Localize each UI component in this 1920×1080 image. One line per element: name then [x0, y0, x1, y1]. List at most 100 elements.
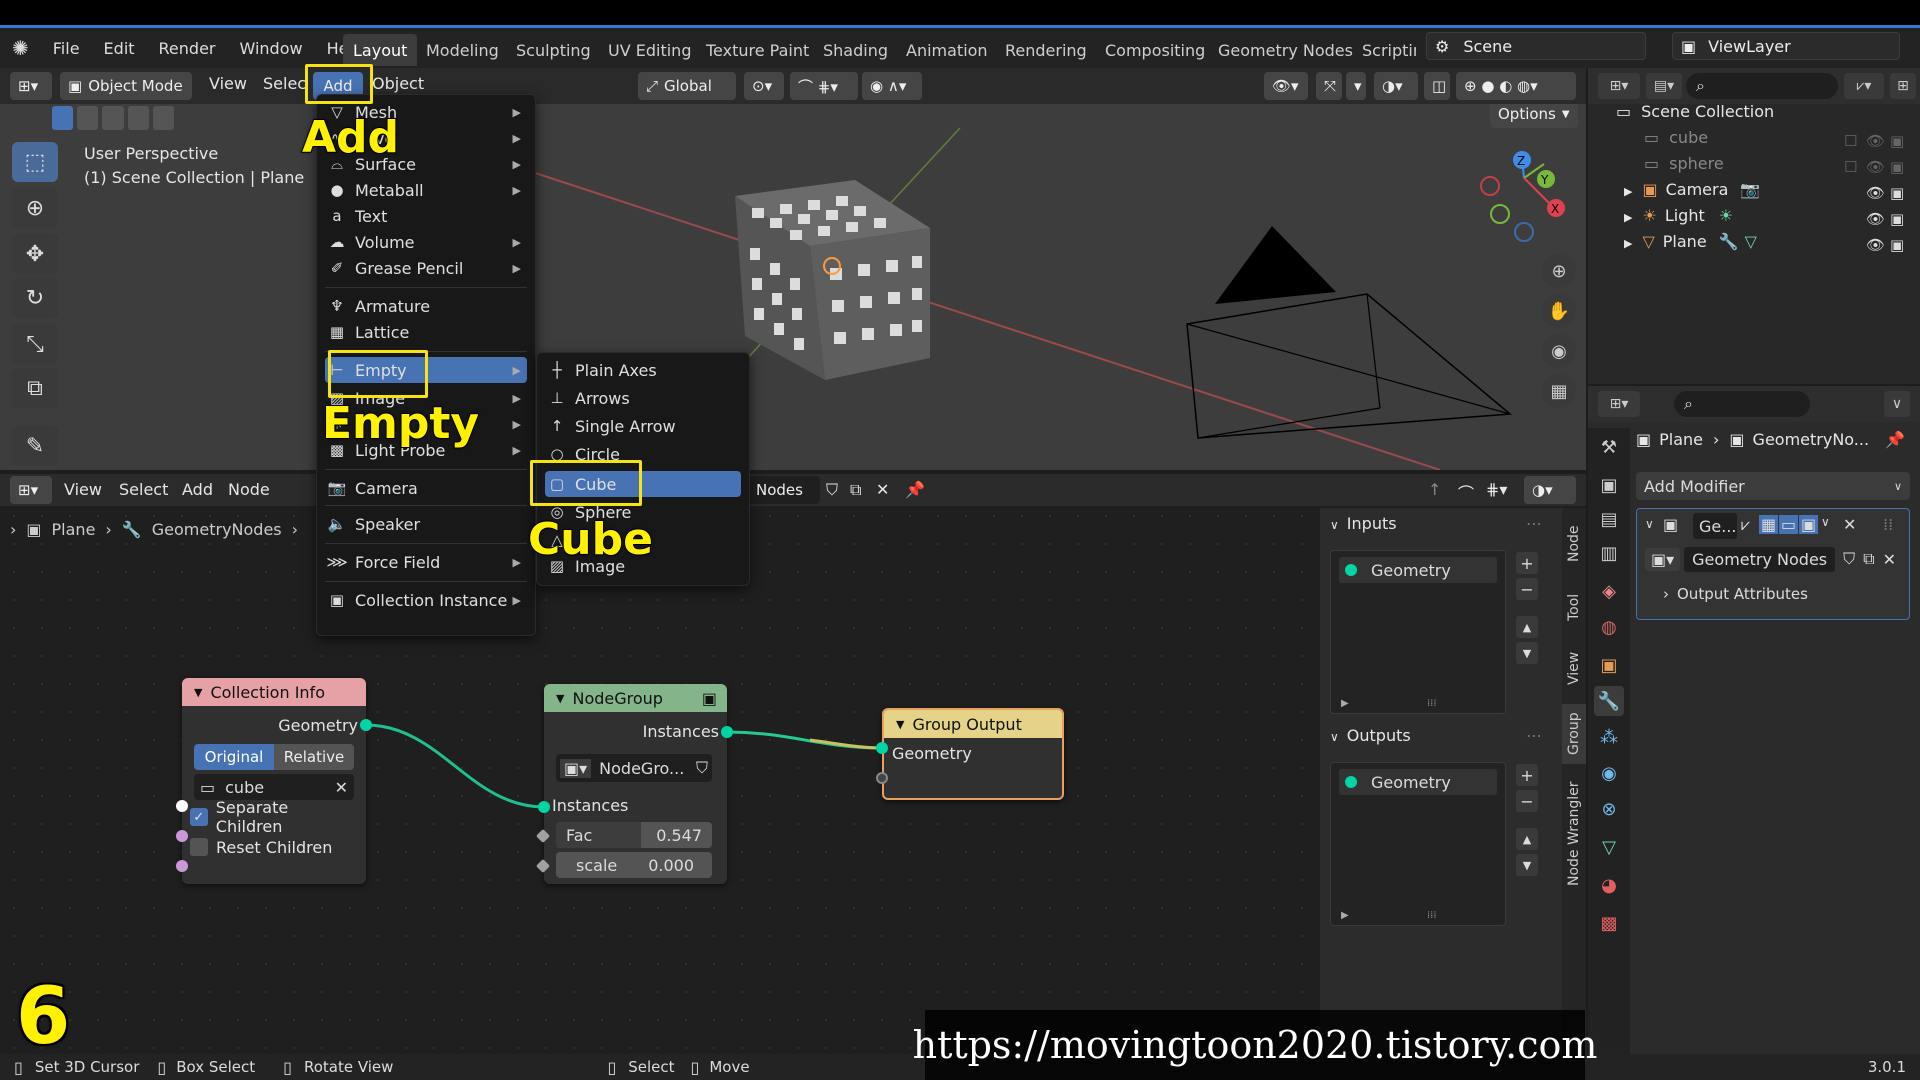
chevron-down-icon[interactable]: ▾ [1346, 72, 1366, 100]
viewport-menu-object[interactable]: Object [372, 74, 424, 93]
transform-tool-icon[interactable]: ⧉ [12, 368, 58, 408]
outputs-list-item[interactable]: Geometry [1339, 769, 1497, 795]
fake-user-shield-icon[interactable]: ⛉ [826, 480, 838, 500]
material-tab-icon[interactable]: ◕ [1594, 870, 1624, 900]
snap-grid-icon[interactable]: ⋕▾ [1486, 480, 1507, 499]
node-editor-type-icon[interactable]: ⊞▾ [10, 476, 52, 504]
add-modifier-dropdown[interactable]: Add Modifier ∨ [1636, 472, 1910, 500]
menu-file[interactable]: File [41, 39, 92, 58]
inputs-section[interactable]: ∨ Inputs [1330, 514, 1397, 533]
object-tab-icon[interactable]: ▣ [1594, 650, 1624, 680]
annotate-tool-icon[interactable]: ✎ [12, 426, 58, 466]
tab-node-wrangler[interactable]: Node Wrangler [1562, 774, 1586, 894]
proportional-edit-icon[interactable]: ◉ ∧▾ [862, 72, 922, 100]
parent-node-tree-icon[interactable]: ↑ [1428, 480, 1441, 499]
move-output-up-button[interactable]: ▲ [1516, 828, 1538, 850]
eye-icon[interactable]: 👁 [1866, 210, 1885, 228]
add-menu-speaker[interactable]: 🔈 Speaker [325, 511, 527, 537]
outliner-search-input[interactable]: ⌕ [1686, 73, 1838, 99]
scene-selector[interactable]: ⚙ Scene [1426, 32, 1646, 60]
zoom-icon[interactable]: ⊕ [1542, 254, 1576, 288]
scale-tool-icon[interactable]: ⤡ [12, 324, 58, 364]
socket-reset-in[interactable] [176, 860, 188, 872]
node-tree-name-field[interactable]: Nodes [748, 476, 820, 504]
tab-rendering[interactable]: Rendering [995, 34, 1097, 66]
exclude-checkbox[interactable]: ☐ [1844, 158, 1857, 176]
options-dropdown[interactable]: Options ▼ [1490, 100, 1578, 128]
socket-instances-in[interactable] [538, 801, 550, 813]
world-tab-icon[interactable]: ◍ [1594, 612, 1624, 642]
nodegroup-selector[interactable]: ▣▾ NodeGro... ⛉ [556, 754, 712, 782]
close-icon[interactable]: ✕ [1843, 515, 1856, 534]
outputs-section[interactable]: ∨ Outputs [1330, 726, 1411, 745]
resize-handle-icon[interactable]: ⁞⁞⁞ [1427, 910, 1437, 921]
empty-arrows[interactable]: ⊥ Arrows [545, 385, 741, 411]
original-button[interactable]: Original [194, 744, 274, 770]
render-camera-icon[interactable]: ▣ [1890, 210, 1904, 228]
object-mode-dropdown[interactable]: ▣ Object Mode [60, 72, 192, 100]
outliner-scene-collection[interactable]: ▭ Scene Collection [1616, 102, 1774, 121]
empty-plain-axes[interactable]: ┼ Plain Axes [545, 357, 741, 383]
node-menu-node[interactable]: Node [228, 480, 270, 499]
constraints-tab-icon[interactable]: ⊗ [1594, 794, 1624, 824]
drag-handle-icon[interactable]: ⋯ [1526, 514, 1542, 533]
pan-hand-icon[interactable]: ✋ [1542, 294, 1576, 328]
move-tool-icon[interactable]: ✥ [12, 234, 58, 274]
new-collection-icon[interactable]: ⊞ [1890, 73, 1916, 99]
close-icon[interactable]: ✕ [876, 480, 889, 499]
scene-tab-icon[interactable]: ◈ [1594, 576, 1624, 606]
edit-mode-toggle-icon[interactable]: ⩗ [1741, 515, 1750, 535]
filter-icon[interactable]: ⩗▾ [1844, 73, 1884, 99]
selection-mode-icons[interactable] [52, 106, 175, 132]
tab-texture-paint[interactable]: Texture Paint [696, 34, 819, 66]
close-icon[interactable]: ✕ [335, 778, 348, 797]
breadcrumb-modifier[interactable]: GeometryNodes [152, 520, 282, 539]
render-tab-icon[interactable]: ▣ [1594, 470, 1624, 500]
cage-toggle-icon[interactable]: ▦ [1759, 515, 1779, 534]
expand-icon[interactable]: ▶ [1341, 698, 1349, 709]
chevron-down-icon[interactable]: ∨ [1821, 515, 1830, 529]
expand-icon[interactable]: ▶ [1341, 910, 1349, 921]
close-icon[interactable]: ✕ [1883, 550, 1896, 569]
editor-type-icon[interactable]: ⊞▾ [10, 72, 52, 100]
menu-render[interactable]: Render [147, 39, 228, 58]
shading-mode-icons[interactable]: ⊕ ● ◐ ◍▾ [1456, 72, 1576, 100]
outliner-item-plane[interactable]: ▶ ▽ Plane 🔧 ▽ [1624, 232, 1757, 251]
pin-icon[interactable]: 📌 [905, 480, 925, 499]
view-layer-selector[interactable]: ▣ ViewLayer [1672, 32, 1900, 60]
modifier-tab-icon[interactable]: 🔧 [1594, 686, 1624, 716]
outputs-list[interactable]: Geometry ▶ ⁞⁞⁞ [1330, 762, 1506, 926]
tab-sculpting[interactable]: Sculpting [506, 34, 601, 66]
eye-icon[interactable]: 👁 [1866, 132, 1885, 150]
resize-handle-icon[interactable]: ⁞⁞⁞ [1427, 698, 1437, 709]
remove-input-button[interactable]: − [1516, 578, 1538, 600]
inputs-list-item[interactable]: Geometry [1339, 557, 1497, 583]
socket-separate-in[interactable] [176, 830, 188, 842]
eye-icon[interactable]: 👁 [1866, 158, 1885, 176]
menu-edit[interactable]: Edit [92, 39, 147, 58]
fac-slider[interactable]: Fac 0.547 [556, 822, 712, 848]
tab-shading[interactable]: Shading [813, 34, 898, 66]
add-menu-grease-pencil[interactable]: ✐ Grease Pencil ▶ [325, 255, 527, 281]
ortho-grid-icon[interactable]: ▦ [1542, 374, 1576, 408]
add-input-button[interactable]: + [1516, 552, 1538, 574]
nodegroup-header[interactable]: ▼ NodeGroup ▣ [544, 684, 727, 712]
tab-layout[interactable]: Layout [343, 34, 418, 66]
outliner-item-cube[interactable]: ▭ cube [1644, 128, 1708, 147]
duplicate-icon[interactable]: ⧉ [850, 480, 861, 500]
chevron-down-icon[interactable]: ∨ [1884, 391, 1910, 417]
particles-tab-icon[interactable]: ⁂ [1594, 722, 1624, 752]
physics-tab-icon[interactable]: ◉ [1594, 758, 1624, 788]
gizmo-icon[interactable]: ⤧ [1316, 72, 1342, 100]
node-group-selector[interactable]: ▣▾ Geometry Nodes ⛉ ⧉ ✕ [1645, 545, 1901, 573]
move-input-down-button[interactable]: ▼ [1516, 642, 1538, 664]
reset-children-checkbox[interactable] [190, 838, 208, 856]
cursor-tool-icon[interactable]: ⊕ [12, 188, 58, 228]
exclude-checkbox[interactable]: ☐ [1844, 132, 1857, 150]
view-layer-tab-icon[interactable]: ▥ [1594, 538, 1624, 568]
display-mode-icon[interactable]: ▤▾ [1646, 73, 1682, 99]
render-camera-icon[interactable]: ▣ [1890, 236, 1904, 254]
properties-editor-type-icon[interactable]: ⊞▾ [1598, 391, 1640, 417]
pin-icon[interactable]: 📌 [1885, 430, 1905, 449]
nodegroup-node[interactable]: ▼ NodeGroup ▣ Instances ▣▾ NodeGro... ⛉ Inst… [544, 684, 727, 884]
